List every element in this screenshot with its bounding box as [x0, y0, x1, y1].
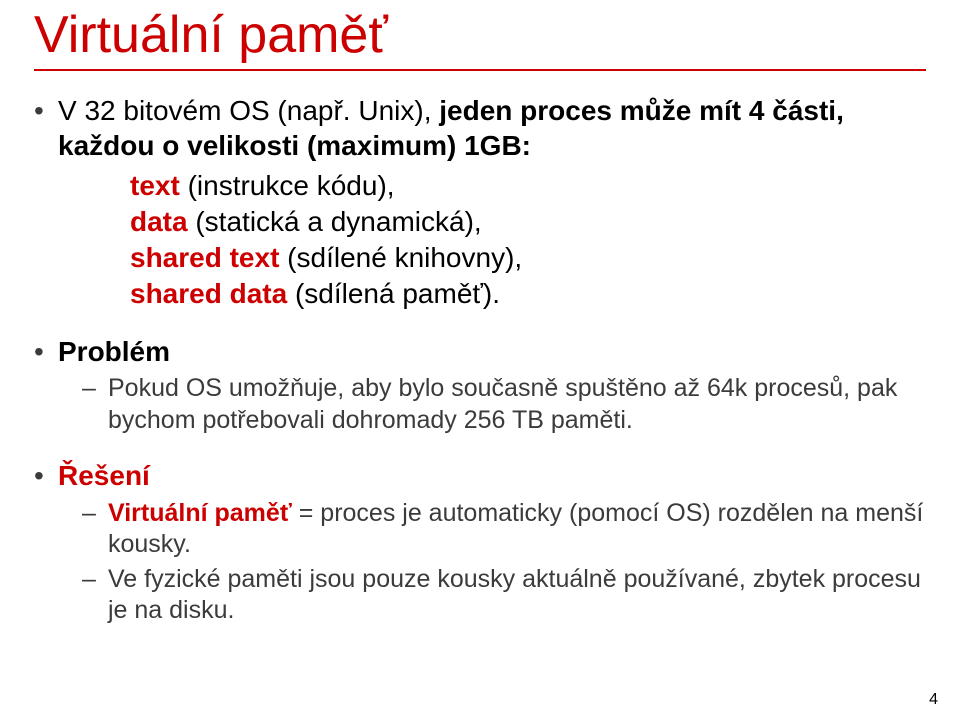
solution-item: Řešení Virtuální paměť = proces je autom…: [58, 458, 926, 627]
solution-body-list: Virtuální paměť = proces je automaticky …: [58, 498, 926, 627]
part-data-desc: (statická a dynamická),: [195, 206, 481, 237]
intro-parts: text (instrukce kódu), data (statická a …: [58, 168, 926, 311]
content-list: V 32 bitovém OS (např. Unix), jeden proc…: [34, 93, 926, 627]
part-text-desc: (instrukce kódu),: [188, 170, 395, 201]
intro-item: V 32 bitovém OS (např. Unix), jeden proc…: [58, 93, 926, 312]
part-shared-data-label: shared data: [130, 278, 295, 309]
solution-line1-prefix: Virtuální paměť: [108, 499, 292, 527]
problem-heading: Problém: [58, 336, 170, 367]
part-shared-text-desc: (sdílené knihovny),: [287, 242, 522, 273]
solution-line1: Virtuální paměť = proces je automaticky …: [108, 498, 926, 561]
part-data: data (statická a dynamická),: [130, 204, 926, 240]
part-shared-text: shared text (sdílené knihovny),: [130, 240, 926, 276]
part-data-label: data: [130, 206, 195, 237]
part-shared-data: shared data (sdílená paměť).: [130, 276, 926, 312]
solution-line2: Ve fyzické paměti jsou pouze kousky aktu…: [108, 564, 926, 627]
part-text: text (instrukce kódu),: [130, 168, 926, 204]
part-text-label: text: [130, 170, 188, 201]
solution-heading: Řešení: [58, 460, 150, 491]
problem-body-list: Pokud OS umožňuje, aby bylo současně spu…: [58, 373, 926, 436]
part-shared-text-label: shared text: [130, 242, 287, 273]
problem-item: Problém Pokud OS umožňuje, aby bylo souč…: [58, 334, 926, 436]
part-shared-data-desc: (sdílená paměť).: [295, 278, 500, 309]
title-rule: [34, 69, 926, 71]
slide: Virtuální paměť V 32 bitovém OS (např. U…: [0, 0, 960, 721]
problem-body: Pokud OS umožňuje, aby bylo současně spu…: [108, 373, 926, 436]
page-number: 4: [929, 691, 938, 709]
page-title: Virtuální paměť: [34, 0, 926, 63]
intro-lead: V 32 bitovém OS (např. Unix),: [58, 95, 439, 126]
